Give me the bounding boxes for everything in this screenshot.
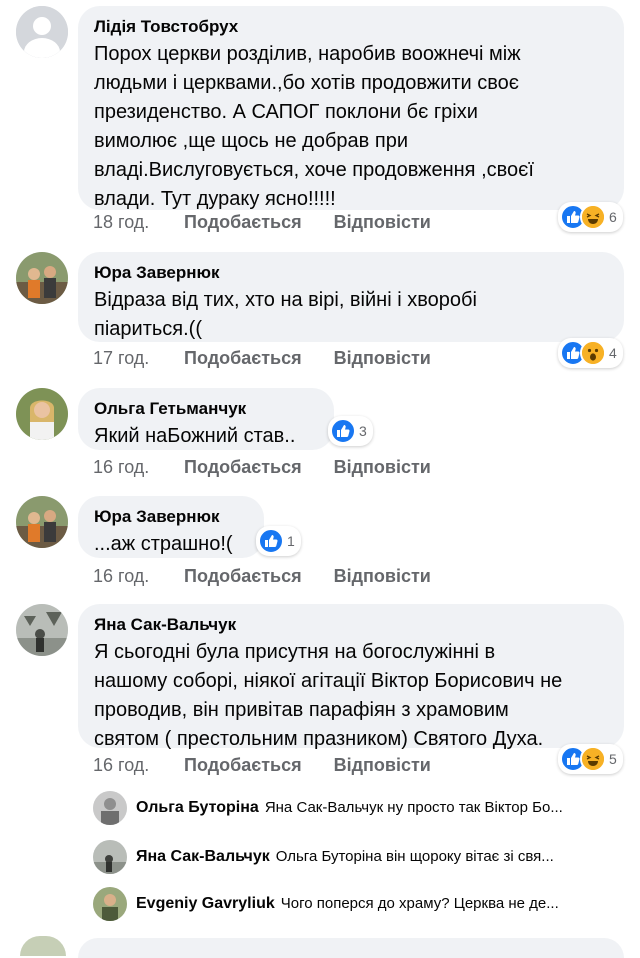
reply-snippet: Чого поперся до храму? Церква не де... — [280, 895, 559, 912]
avatar-photo[interactable] — [93, 887, 127, 921]
reply-preview-text: Ольга Буторіна Яна Сак-Вальчук ну просто … — [136, 799, 626, 817]
avatar-photo[interactable] — [93, 840, 127, 874]
reply-preview-text: Evgeniy Gavryliuk Чого поперся до храму? … — [136, 895, 626, 913]
reply-button[interactable]: Відповісти — [334, 755, 431, 776]
reaction-summary[interactable]: 3 — [328, 416, 373, 446]
reply-button[interactable]: Відповісти — [334, 348, 431, 369]
reply-snippet: Яна Сак-Вальчук ну просто так Віктор Бо.… — [264, 799, 563, 816]
comment-time[interactable]: 16 год. — [93, 755, 179, 776]
comment-line: Який наБожний став.. — [94, 425, 296, 447]
reply-button[interactable]: Відповісти — [334, 566, 431, 587]
reply-button[interactable]: Відповісти — [334, 457, 431, 478]
reply-author[interactable]: Ольга Буторіна — [136, 799, 259, 816]
comment-text: Відраза від тих, хто на вірі, війні і хв… — [94, 286, 608, 344]
comment-bubble: Юра Заверню­к Відраза від тих, хто на ві… — [78, 252, 624, 342]
comment-meta: 16 год. Подобається Відповісти — [93, 566, 431, 587]
comment-line: людьми і церквами.,бо хотів продовжити с… — [94, 72, 519, 94]
comment-meta: 18 год. Подобається Відповісти — [93, 212, 431, 233]
like-button[interactable]: Подобається — [184, 566, 302, 587]
wow-reaction-icon — [580, 340, 606, 366]
profile-photo-icon — [93, 840, 127, 874]
reaction-count: 5 — [609, 751, 617, 767]
profile-photo-icon — [16, 252, 68, 304]
reply-button[interactable]: Відповісти — [334, 212, 431, 233]
reply-snippet: Ольга Буторіна він щороку вітає зі свя..… — [275, 848, 554, 865]
next-comment-avatar-partial — [20, 936, 66, 956]
reply-author[interactable]: Яна Сак-Вальчук — [136, 848, 270, 865]
like-button[interactable]: Подобається — [184, 212, 302, 233]
avatar-default[interactable] — [16, 6, 68, 58]
comment-line: Відраза від тих, хто на вірі, війні і хв… — [94, 289, 477, 311]
avatar-photo[interactable] — [16, 252, 68, 304]
reaction-summary[interactable]: 5 — [558, 744, 623, 774]
comment-time[interactable]: 16 год. — [93, 457, 179, 478]
comment-line: Я сьогодні була присутня на богослужінні… — [94, 641, 496, 663]
comment-author[interactable]: Ольга Гетьманчук — [94, 398, 318, 420]
reaction-summary[interactable]: 6 — [558, 202, 623, 232]
comment-time[interactable]: 17 год. — [93, 348, 179, 369]
comment-meta: 16 год. Подобається Відповісти — [93, 755, 431, 776]
next-comment-bubble-partial — [78, 938, 624, 958]
like-button[interactable]: Подобається — [184, 755, 302, 776]
comment-bubble: Юра Заверню­к ...аж страшно!( — [78, 496, 264, 558]
avatar-photo[interactable] — [93, 791, 127, 825]
avatar-photo[interactable] — [16, 496, 68, 548]
comment-line: Порох церкви розділив, наробив воожнечі … — [94, 43, 521, 65]
profile-photo-icon — [16, 604, 68, 656]
reply-preview[interactable]: Ольга Буторіна Яна Сак-Вальчук ну просто … — [93, 790, 626, 826]
reaction-count: 1 — [287, 533, 295, 549]
avatar-photo[interactable] — [16, 388, 68, 440]
comment-line: президенство. А САПОГ поклони бє гріхи — [94, 101, 478, 123]
comment-meta: 17 год. Подобається Відповісти — [93, 348, 431, 369]
reaction-summary[interactable]: 4 — [558, 338, 623, 368]
comment-text: Порох церкви розділив, наробив воожнечі … — [94, 40, 608, 214]
comment-text: Який наБожний став.. — [94, 422, 318, 451]
comment-text: ...аж страшно!( — [94, 530, 248, 559]
comment-line: святом ( престольним празником) Святого … — [94, 728, 544, 750]
haha-reaction-icon — [580, 746, 606, 772]
like-button[interactable]: Подобається — [184, 348, 302, 369]
profile-photo-icon — [16, 388, 68, 440]
like-reaction-icon — [258, 528, 284, 554]
profile-photo-icon — [93, 887, 127, 921]
reaction-count: 4 — [609, 345, 617, 361]
comment-author[interactable]: Лідія Товстобрух — [94, 16, 608, 38]
comment-line: ...аж страшно!( — [94, 533, 233, 555]
reply-preview[interactable]: Evgeniy Gavryliuk Чого поперся до храму? … — [93, 886, 626, 922]
comment-time[interactable]: 16 год. — [93, 566, 179, 587]
reply-preview-text: Яна Сак-Вальчук Ольга Буторіна він щороку… — [136, 848, 626, 866]
haha-reaction-icon — [580, 204, 606, 230]
default-profile-icon — [16, 6, 68, 58]
like-reaction-icon — [330, 418, 356, 444]
reaction-summary[interactable]: 1 — [256, 526, 301, 556]
comment-text: Я сьогодні була присутня на богослужінні… — [94, 638, 608, 754]
avatar-photo[interactable] — [16, 604, 68, 656]
comment-bubble: Ольга Гетьманчук Який наБожний став.. — [78, 388, 334, 450]
comment-meta: 16 год. Подобається Відповісти — [93, 457, 431, 478]
reply-preview[interactable]: Яна Сак-Вальчук Ольга Буторіна він щороку… — [93, 839, 626, 875]
comment-author[interactable]: Юра Заверню­к — [94, 262, 608, 284]
comment-line: владі.Вислуговується, хоче продовження ,… — [94, 159, 534, 181]
reply-author[interactable]: Evgeniy Gavryliuk — [136, 895, 275, 912]
comment-author[interactable]: Юра Заверню­к — [94, 506, 248, 528]
profile-photo-icon — [16, 496, 68, 548]
reaction-count: 3 — [359, 423, 367, 439]
comment-line: влади. Тут дураку ясно!!!!! — [94, 188, 336, 210]
comment-bubble: Яна Сак-Вальчук Я сьогодні була присутня… — [78, 604, 624, 750]
comment-line: проводив, він привітав парафіян з храмов… — [94, 699, 509, 721]
comment-time[interactable]: 18 год. — [93, 212, 179, 233]
comment-bubble: Лідія Товстобрух Порох церкви розділив, … — [78, 6, 624, 210]
profile-photo-icon — [93, 791, 127, 825]
comment-line: нашому соборі, ніякої агітації Віктор Бо… — [94, 670, 563, 692]
comment-line: піариться.(( — [94, 318, 202, 340]
reaction-count: 6 — [609, 209, 617, 225]
like-button[interactable]: Подобається — [184, 457, 302, 478]
comment-author[interactable]: Яна Сак-Вальчук — [94, 614, 608, 636]
comment-line: вимолює ,ще щось не добрав при — [94, 130, 408, 152]
